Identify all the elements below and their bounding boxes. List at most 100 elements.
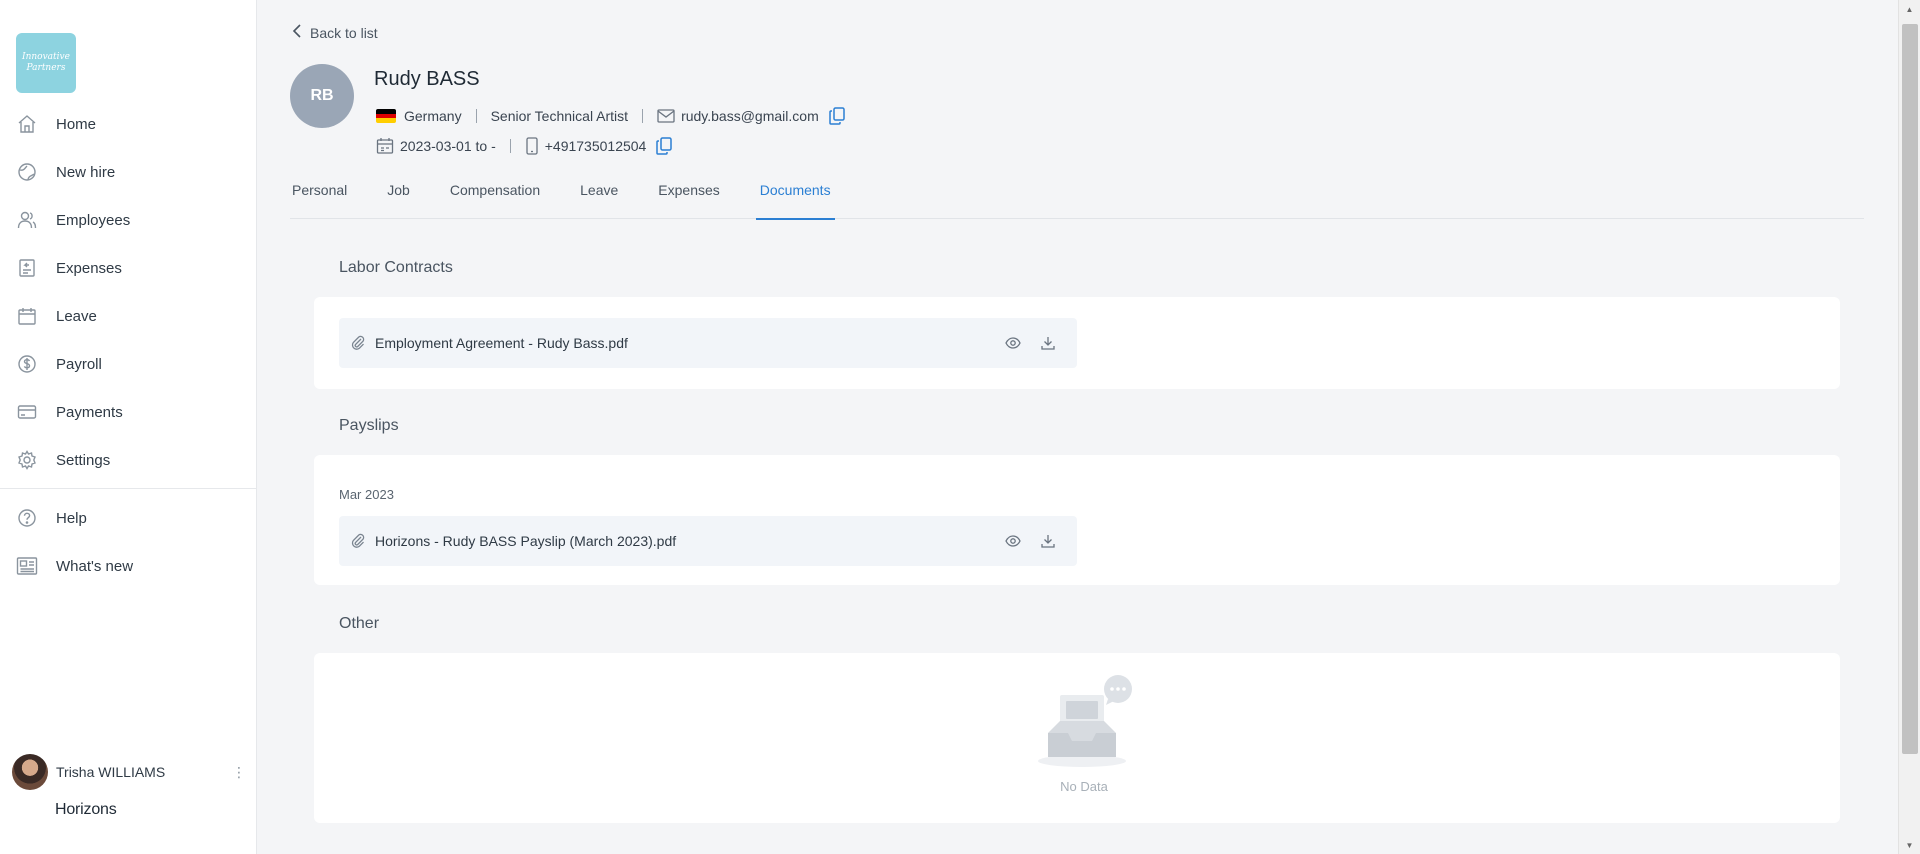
main-nav: Home New hire Employees Expenses Leave P… (0, 100, 256, 484)
labor-contracts-card: Employment Agreement - Rudy Bass.pdf (314, 297, 1840, 389)
sidebar-item-label: Home (56, 115, 97, 133)
file-name: Horizons - Rudy BASS Payslip (March 2023… (375, 533, 677, 549)
sidebar-item-payments[interactable]: Payments (0, 388, 256, 436)
sidebar-item-help[interactable]: Help (0, 494, 256, 542)
logo-line-2: Partners (26, 63, 66, 73)
sidebar-item-home[interactable]: Home (0, 100, 256, 148)
secondary-nav: Help What's new (0, 494, 256, 590)
sidebar-item-label: Payments (56, 403, 123, 421)
download-icon (1041, 535, 1055, 548)
globe-icon (16, 161, 38, 183)
sidebar-item-label: Settings (56, 451, 111, 469)
separator (642, 109, 644, 123)
sidebar-item-whats-new[interactable]: What's new (0, 542, 256, 590)
logo-line-1: Innovative (22, 52, 70, 62)
job-title: Senior Technical Artist (490, 108, 629, 124)
download-icon (1041, 337, 1055, 350)
eye-icon (1005, 535, 1021, 547)
sidebar-item-settings[interactable]: Settings (0, 436, 256, 484)
employment-dates: 2023-03-01 to - (376, 137, 496, 155)
paperclip-icon (351, 533, 365, 549)
empty-state: No Data (1034, 671, 1134, 794)
sidebar-item-label: Help (56, 509, 87, 527)
tab-expenses[interactable]: Expenses (658, 176, 719, 219)
download-button[interactable] (1041, 336, 1055, 350)
receipt-icon (16, 257, 38, 279)
sidebar-item-label: Payroll (56, 355, 102, 373)
copy-icon (656, 137, 673, 155)
file-name: Employment Agreement - Rudy Bass.pdf (375, 335, 628, 351)
card-icon (16, 401, 38, 423)
sidebar-item-label: What's new (56, 557, 134, 575)
scrollbar-thumb[interactable] (1902, 24, 1918, 754)
dates-value: 2023-03-01 to - (400, 138, 496, 154)
main-content: Back to list RB Rudy BASS Germany Senior… (258, 0, 1898, 854)
phone-value: +491735012504 (544, 138, 647, 154)
other-card: No Data (314, 653, 1840, 823)
paperclip-icon (351, 335, 365, 351)
brand-name: Horizons (55, 801, 117, 818)
employee-name: Rudy BASS (374, 68, 480, 90)
sidebar-item-label: Expenses (56, 259, 122, 277)
country: Germany (376, 108, 462, 124)
payslips-card: Mar 2023 Horizons - Rudy BASS Payslip (M… (314, 455, 1840, 585)
sidebar: Innovative Partners Home New hire Employ… (0, 0, 257, 854)
sidebar-item-employees[interactable]: Employees (0, 196, 256, 244)
other-title: Other (339, 615, 380, 632)
tab-compensation[interactable]: Compensation (450, 176, 540, 219)
country-label: Germany (404, 108, 462, 124)
chevron-left-icon (292, 24, 302, 41)
tab-bar: Personal Job Compensation Leave Expenses… (290, 176, 1864, 220)
employee-meta-row-2: 2023-03-01 to - +491735012504 (376, 134, 673, 158)
company-logo[interactable]: Innovative Partners (16, 33, 76, 93)
sidebar-item-expenses[interactable]: Expenses (0, 244, 256, 292)
user-profile[interactable]: Trisha WILLIAMS ⋮ (12, 754, 246, 790)
employee-avatar: RB (290, 64, 354, 128)
gear-icon (16, 449, 38, 471)
file-row[interactable]: Horizons - Rudy BASS Payslip (March 2023… (339, 516, 1077, 566)
calendar-icon (16, 305, 38, 327)
copy-email-button[interactable] (828, 107, 845, 125)
employee-meta-row-1: Germany Senior Technical Artist rudy.bas… (376, 104, 845, 128)
copy-phone-button[interactable] (656, 137, 673, 155)
help-icon (16, 507, 38, 529)
email-value: rudy.bass@gmail.com (681, 108, 819, 124)
tab-leave[interactable]: Leave (580, 176, 618, 219)
sidebar-item-payroll[interactable]: Payroll (0, 340, 256, 388)
empty-inbox-icon (1038, 675, 1132, 767)
sidebar-item-new-hire[interactable]: New hire (0, 148, 256, 196)
email: rudy.bass@gmail.com (657, 108, 819, 124)
preview-button[interactable] (1005, 535, 1021, 547)
back-to-list-link[interactable]: Back to list (292, 24, 378, 41)
nav-divider (0, 488, 256, 489)
users-icon (16, 209, 38, 231)
sidebar-item-label: Employees (56, 211, 131, 229)
preview-button[interactable] (1005, 337, 1021, 349)
sidebar-item-leave[interactable]: Leave (0, 292, 256, 340)
tab-personal[interactable]: Personal (292, 176, 347, 219)
phone-icon (526, 137, 538, 155)
user-name: Trisha WILLIAMS (56, 764, 166, 780)
germany-flag-icon (376, 109, 396, 123)
avatar (12, 754, 48, 790)
scroll-up-icon[interactable]: ▲ (1899, 0, 1920, 18)
payslips-title: Payslips (339, 417, 399, 434)
scroll-down-icon[interactable]: ▼ (1899, 836, 1920, 854)
kebab-menu-icon[interactable]: ⋮ (232, 764, 246, 781)
sidebar-item-label: New hire (56, 163, 116, 181)
separator (509, 139, 511, 153)
copy-icon (828, 107, 845, 125)
sidebar-item-label: Leave (56, 307, 97, 325)
vertical-scrollbar[interactable]: ▲ ▼ (1898, 0, 1920, 854)
news-icon (16, 555, 38, 577)
calendar-icon (376, 138, 394, 154)
download-button[interactable] (1041, 534, 1055, 548)
dollar-icon (16, 353, 38, 375)
mail-icon (657, 109, 675, 123)
separator (475, 109, 477, 123)
labor-contracts-title: Labor Contracts (339, 259, 453, 276)
payslip-month: Mar 2023 (339, 487, 394, 502)
tab-job[interactable]: Job (387, 176, 410, 219)
file-row[interactable]: Employment Agreement - Rudy Bass.pdf (339, 318, 1077, 368)
tab-documents[interactable]: Documents (755, 176, 835, 220)
